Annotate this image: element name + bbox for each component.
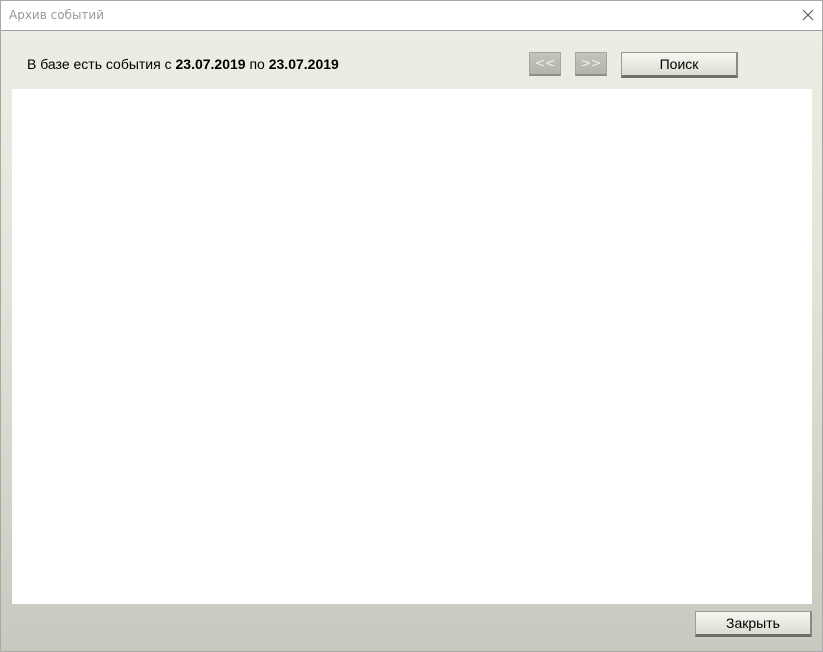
prev-page-button[interactable]: << (529, 52, 561, 76)
archive-window: Архив событий В базе есть события с 23.0… (0, 0, 823, 652)
date-to: 23.07.2019 (268, 56, 339, 72)
window-title: Архив событий (9, 8, 105, 22)
title-bar: Архив событий (1, 1, 822, 31)
close-icon (802, 9, 814, 21)
date-from: 23.07.2019 (175, 56, 246, 72)
events-list[interactable] (12, 89, 812, 604)
info-middle: по (245, 56, 269, 72)
info-prefix: В базе есть события с (27, 56, 176, 72)
next-page-button[interactable]: >> (575, 52, 607, 76)
dialog-client-area: В базе есть события с 23.07.2019 по 23.0… (1, 31, 822, 651)
window-close-button[interactable] (792, 1, 822, 29)
close-button[interactable]: Закрыть (695, 611, 812, 637)
date-range-info: В базе есть события с 23.07.2019 по 23.0… (27, 56, 339, 72)
search-button[interactable]: Поиск (621, 52, 738, 78)
